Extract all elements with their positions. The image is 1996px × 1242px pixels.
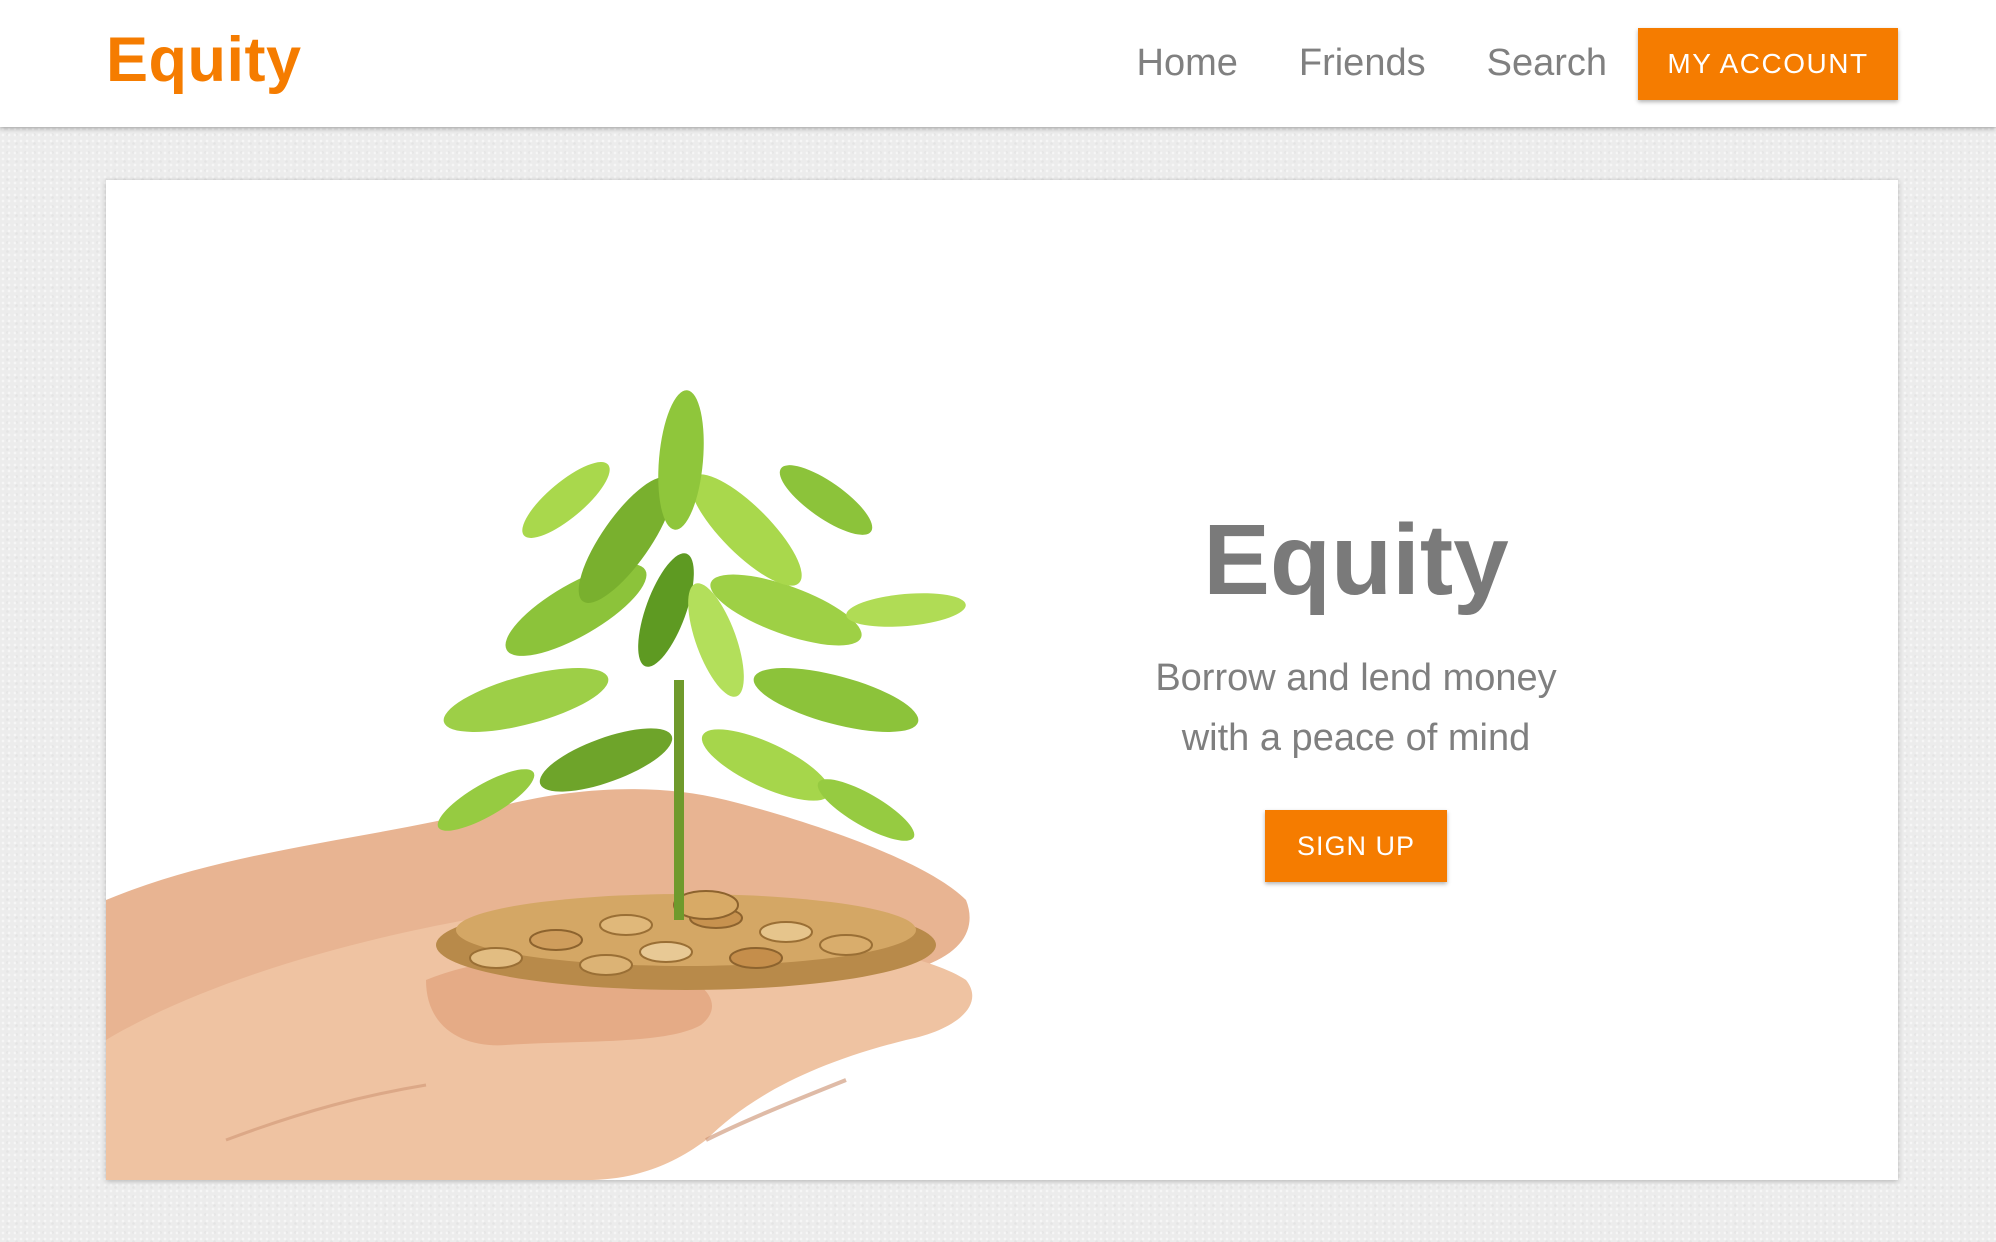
hero-subtitle-line-2: with a peace of mind [1181, 717, 1531, 759]
my-account-button[interactable]: MY ACCOUNT [1638, 27, 1898, 100]
top-navbar: Equity Home Friends Search MY ACCOUNT [0, 0, 1996, 127]
sign-up-button[interactable]: SIGN UP [1265, 810, 1447, 882]
nav-links: Home Friends Search MY ACCOUNT [1137, 0, 1996, 127]
hero-subtitle-line-1: Borrow and lend money [1155, 657, 1557, 699]
nav-link-friends[interactable]: Friends [1299, 42, 1426, 85]
hero-text: Equity Borrow and lend money with a peac… [1106, 500, 1606, 882]
brand-logo[interactable]: Equity [106, 25, 302, 95]
hero-subtitle: Borrow and lend money with a peace of mi… [1106, 648, 1606, 768]
hands-coins-plant-image [106, 390, 973, 1180]
hero-title: Equity [1203, 504, 1509, 616]
nav-link-search[interactable]: Search [1487, 42, 1607, 85]
nav-link-home[interactable]: Home [1137, 42, 1238, 85]
hero-card: Equity Borrow and lend money with a peac… [106, 180, 1898, 1180]
